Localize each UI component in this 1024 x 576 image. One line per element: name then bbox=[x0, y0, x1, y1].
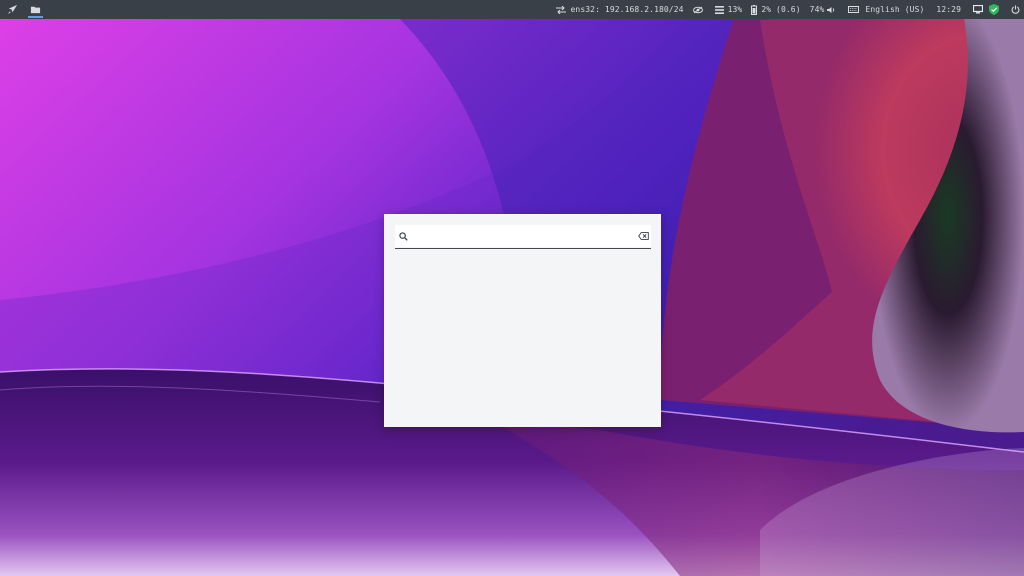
volume-label: 74% bbox=[809, 5, 825, 14]
network-arrows-icon bbox=[556, 5, 567, 14]
memory-stack-icon bbox=[714, 5, 724, 14]
clear-search-button[interactable] bbox=[636, 232, 650, 240]
backspace-icon bbox=[637, 232, 649, 240]
power-icon bbox=[1011, 5, 1020, 14]
cpu-label: 2% (0.6) bbox=[761, 5, 801, 14]
visibility-indicator[interactable] bbox=[692, 6, 707, 14]
battery-icon bbox=[751, 4, 758, 15]
panel-left-group bbox=[0, 0, 45, 19]
volume-indicator[interactable]: 74% bbox=[810, 5, 841, 14]
results-list bbox=[395, 253, 651, 419]
cpu-indicator[interactable]: 2% (0.6) bbox=[751, 4, 801, 15]
keyboard-layout-indicator[interactable]: English (US) bbox=[848, 5, 924, 14]
eye-icon bbox=[692, 6, 703, 14]
desktop: ens32: 192.168.2.180/24 13% 2% (0.6) 74%… bbox=[0, 0, 1024, 576]
speaker-icon bbox=[827, 6, 836, 14]
search-icon bbox=[396, 231, 410, 241]
memory-label: 13% bbox=[727, 5, 743, 14]
app-launcher-button[interactable] bbox=[3, 0, 22, 19]
search-bar bbox=[395, 225, 651, 247]
rocket-icon bbox=[7, 4, 18, 15]
keyboard-icon bbox=[848, 6, 860, 13]
shield-check-icon bbox=[989, 4, 999, 15]
memory-indicator[interactable]: 13% bbox=[714, 5, 743, 14]
clock[interactable]: 12:29 bbox=[936, 5, 961, 14]
files-button[interactable] bbox=[26, 0, 45, 19]
network-label: ens32: 192.168.2.180/24 bbox=[570, 5, 684, 14]
app-launcher-dialog bbox=[384, 214, 661, 427]
clock-label: 12:29 bbox=[936, 5, 961, 14]
monitor-icon bbox=[973, 5, 983, 14]
security-button[interactable] bbox=[989, 4, 999, 15]
search-input[interactable] bbox=[410, 227, 636, 245]
power-button[interactable] bbox=[1011, 5, 1020, 14]
folder-icon bbox=[30, 6, 41, 14]
search-underline bbox=[395, 248, 651, 249]
panel-right-group: ens32: 192.168.2.180/24 13% 2% (0.6) 74%… bbox=[547, 0, 1024, 19]
top-panel: ens32: 192.168.2.180/24 13% 2% (0.6) 74%… bbox=[0, 0, 1024, 19]
network-indicator[interactable]: ens32: 192.168.2.180/24 bbox=[556, 5, 683, 14]
display-button[interactable] bbox=[973, 5, 983, 14]
keyboard-layout-label: English (US) bbox=[865, 5, 925, 14]
